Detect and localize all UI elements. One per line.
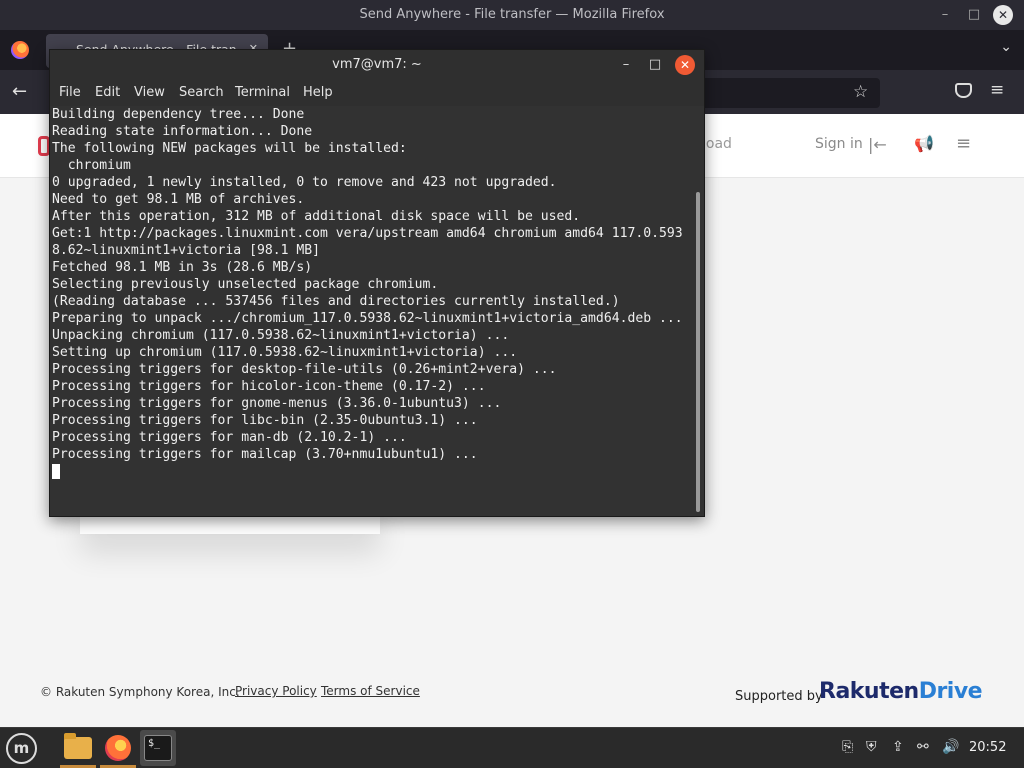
terminal-line: Fetched 98.1 MB in 3s (28.6 MB/s) — [52, 260, 313, 275]
firefox-icon — [105, 735, 131, 761]
copyright-text: © Rakuten Symphony Korea, Inc. — [40, 685, 240, 699]
menu-search[interactable]: Search — [179, 85, 224, 100]
app-menu-icon[interactable]: ≡ — [990, 80, 1004, 100]
menu-view[interactable]: View — [134, 85, 165, 100]
list-all-tabs-icon[interactable]: ⌄ — [1000, 39, 1012, 55]
terminal-line: Preparing to unpack .../chromium_117.0.5… — [52, 311, 683, 326]
firefox-titlebar: Send Anywhere - File transfer — Mozilla … — [0, 0, 1024, 30]
terminal-line: Selecting previously unselected package … — [52, 277, 439, 292]
menu-edit[interactable]: Edit — [95, 85, 120, 100]
brand-drive: Drive — [918, 679, 983, 704]
clipboard-icon[interactable]: ⎘ — [842, 739, 853, 755]
menu-file[interactable]: File — [59, 85, 81, 100]
bookmark-star-icon[interactable]: ☆ — [853, 82, 868, 102]
terminal-line: Processing triggers for man-db (2.10.2-1… — [52, 430, 407, 445]
hamburger-menu-icon[interactable]: ≡ — [956, 133, 971, 154]
firefox-window-title: Send Anywhere - File transfer — Mozilla … — [359, 7, 665, 22]
brand-rakuten: Rakuten — [819, 679, 919, 704]
terminal-scrollbar-thumb[interactable] — [696, 192, 700, 512]
firefox-view-icon[interactable] — [11, 41, 29, 59]
menu-terminal[interactable]: Terminal — [235, 85, 290, 100]
supported-by-text: Supported by — [735, 689, 823, 704]
terminal-titlebar[interactable]: vm7@vm7: ~ – □ ✕ — [50, 50, 704, 80]
terminal-line: (Reading database ... 537456 files and d… — [52, 294, 620, 309]
sign-in-icon[interactable]: |← — [868, 135, 887, 154]
terminal-line: 8.62~linuxmint1+victoria [98.1 MB] — [52, 243, 321, 258]
taskbar: m $_ ⎘ ⛨ ⇪ ⚯ 🔊 20:52 — [0, 727, 1024, 768]
firefox-launcher[interactable] — [100, 730, 136, 768]
files-launcher[interactable] — [60, 730, 96, 768]
terminal-line: Need to get 98.1 MB of archives. — [52, 192, 305, 207]
terminal-line: Setting up chromium (117.0.5938.62~linux… — [52, 345, 518, 360]
terminal-output[interactable]: Building dependency tree... Done Reading… — [50, 106, 694, 516]
terminal-line: Building dependency tree... Done — [52, 107, 305, 122]
terminal-icon: $_ — [144, 735, 172, 761]
terminal-line: Processing triggers for mailcap (3.70+nm… — [52, 447, 478, 462]
terminal-line: Processing triggers for libc-bin (2.35-0… — [52, 413, 478, 428]
terminal-line: Get:1 http://packages.linuxmint.com vera… — [52, 226, 683, 241]
terminal-line: The following NEW packages will be insta… — [52, 141, 407, 156]
terminal-line: chromium — [52, 158, 131, 173]
rakuten-drive-logo[interactable]: RakutenDrive — [819, 679, 983, 704]
terminal-line: Processing triggers for hicolor-icon-the… — [52, 379, 486, 394]
terminal-line: Processing triggers for gnome-menus (3.3… — [52, 396, 502, 411]
terminal-menubar: File Edit View Search Terminal Help — [50, 80, 704, 106]
terminal-launcher[interactable]: $_ — [140, 730, 176, 766]
terminal-line: After this operation, 312 MB of addition… — [52, 209, 581, 224]
menu-help[interactable]: Help — [303, 85, 333, 100]
terminal-minimize-button[interactable]: – — [616, 55, 636, 75]
terminal-maximize-button[interactable]: □ — [645, 55, 665, 75]
terminal-cursor — [52, 464, 60, 479]
sign-in-link[interactable]: Sign in — [815, 136, 863, 152]
folder-icon — [64, 733, 92, 759]
firefox-maximize-button[interactable]: □ — [963, 4, 985, 26]
firefox-minimize-button[interactable]: – — [934, 4, 956, 26]
update-icon[interactable]: ⇪ — [892, 739, 904, 755]
terminal-window: vm7@vm7: ~ – □ ✕ File Edit View Search T… — [49, 49, 705, 517]
volume-icon[interactable]: 🔊 — [942, 739, 959, 755]
site-footer: © Rakuten Symphony Korea, Inc. Privacy P… — [0, 670, 1024, 726]
terminal-line: 0 upgraded, 1 newly installed, 0 to remo… — [52, 175, 557, 190]
terminal-title: vm7@vm7: ~ — [332, 57, 422, 72]
privacy-policy-link[interactable]: Privacy Policy — [235, 684, 317, 698]
terminal-line: Unpacking chromium (117.0.5938.62~linuxm… — [52, 328, 510, 343]
terms-of-service-link[interactable]: Terms of Service — [321, 684, 420, 698]
terminal-close-button[interactable]: ✕ — [675, 55, 695, 75]
back-arrow-icon[interactable]: ← — [12, 81, 27, 102]
terminal-line: Reading state information... Done — [52, 124, 313, 139]
shield-icon[interactable]: ⛨ — [866, 739, 877, 755]
linux-mint-menu-icon[interactable]: m — [6, 733, 37, 764]
download-link[interactable]: load — [702, 136, 732, 152]
pocket-icon[interactable] — [955, 83, 972, 98]
firefox-close-button[interactable]: ✕ — [993, 5, 1013, 25]
megaphone-icon[interactable]: 📢 — [914, 134, 934, 153]
terminal-line: Processing triggers for desktop-file-uti… — [52, 362, 557, 377]
clock[interactable]: 20:52 — [969, 740, 1006, 755]
network-icon[interactable]: ⚯ — [917, 739, 929, 755]
terminal-prompt-line[interactable] — [52, 463, 694, 480]
